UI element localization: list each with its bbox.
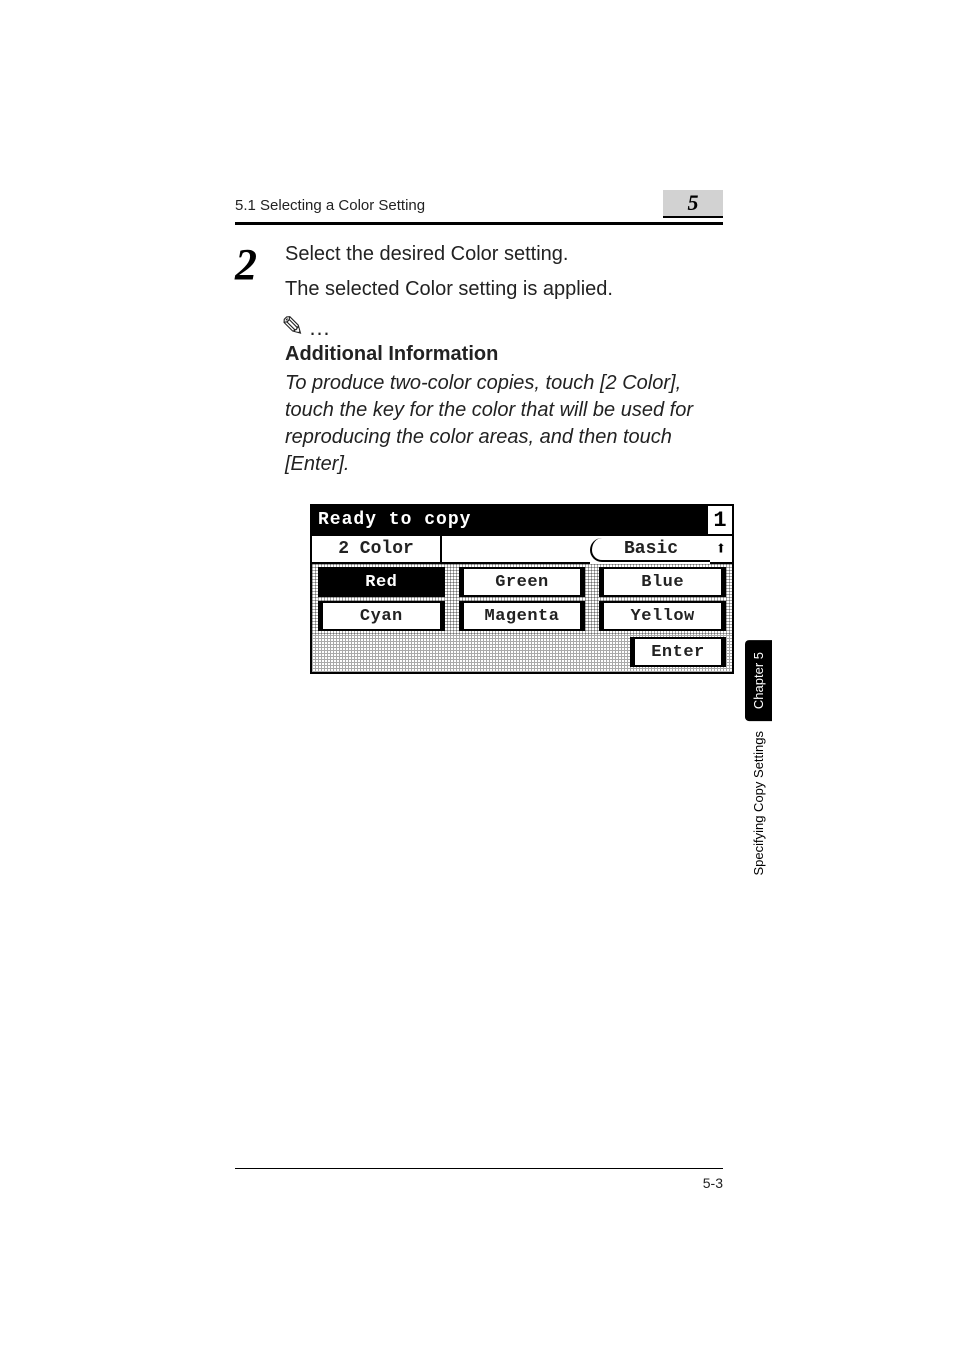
color-button-cyan[interactable]: Cyan (318, 601, 445, 631)
pencil-icon: ✎ (281, 313, 304, 341)
color-button-blue[interactable]: Blue (599, 567, 726, 597)
footer-divider (235, 1168, 723, 1169)
note-heading: Additional Information (285, 343, 734, 366)
section-title: 5.1 Selecting a Color Setting (235, 197, 425, 214)
note-body: To produce two-color copies, touch [2 Co… (285, 370, 734, 478)
step-number: 2 (235, 243, 285, 674)
lcd-panel: Ready to copy 1 2 Color Basic ⬆ Red Gree… (310, 504, 734, 674)
tab-2-color[interactable]: 2 Color (312, 536, 442, 564)
lcd-status: Ready to copy (312, 506, 706, 534)
side-section-label: Specifying Copy Settings (745, 731, 772, 890)
color-button-green[interactable]: Green (459, 567, 586, 597)
page-number: 5-3 (235, 1175, 723, 1191)
side-chapter-tab: Chapter 5 (745, 640, 772, 721)
header-divider (235, 222, 723, 225)
lcd-copy-count: 1 (706, 506, 732, 534)
note-block: ✎ … Additional Information To produce tw… (285, 313, 734, 478)
enter-button[interactable]: Enter (630, 637, 726, 667)
color-grid: Red Green Blue Cyan Magenta Yellow (312, 564, 732, 634)
tab-basic[interactable]: Basic (590, 538, 710, 562)
scroll-up-icon[interactable]: ⬆ (710, 536, 732, 564)
color-button-red[interactable]: Red (318, 567, 445, 597)
tab-spacer (442, 536, 590, 564)
color-button-yellow[interactable]: Yellow (599, 601, 726, 631)
note-ellipsis: … (308, 317, 330, 339)
chapter-number-box: 5 (663, 190, 723, 218)
step-result: The selected Color setting is applied. (285, 278, 734, 301)
step-instruction: Select the desired Color setting. (285, 243, 734, 266)
color-button-magenta[interactable]: Magenta (459, 601, 586, 631)
